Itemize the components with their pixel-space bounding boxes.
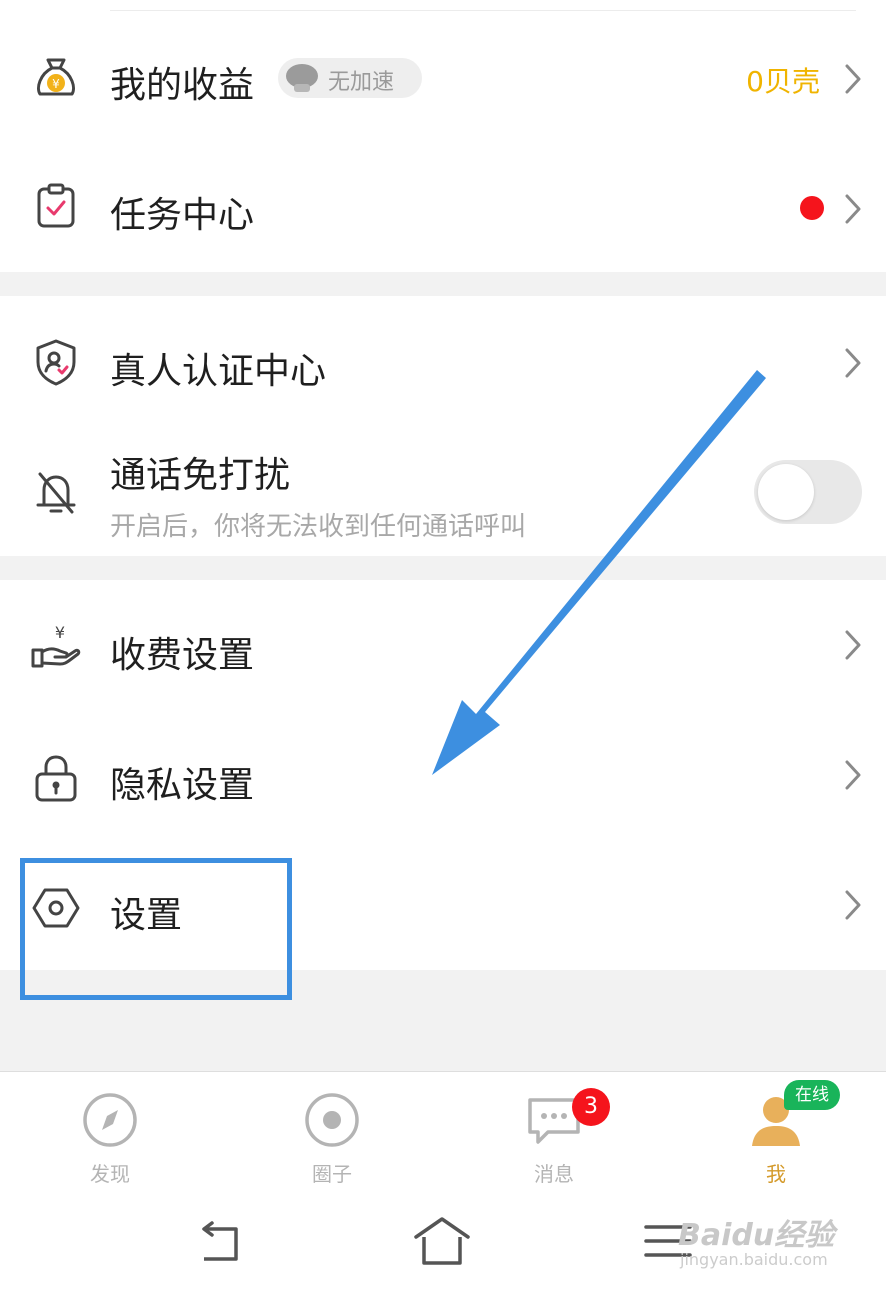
compass-icon (80, 1090, 140, 1150)
tab-label: 发现 (90, 1162, 130, 1186)
svg-text:¥: ¥ (52, 77, 60, 91)
no-acceleration-badge: 无加速 (278, 58, 422, 98)
shell-icon (282, 60, 322, 96)
menu-item-verification-center[interactable]: 真人认证中心 (0, 296, 886, 426)
menu-item-task-center[interactable]: 任务中心 (0, 144, 886, 272)
top-divider (110, 10, 856, 11)
menu-item-fee-settings[interactable]: ¥ 收费设置 (0, 580, 886, 710)
home-icon[interactable] (410, 1211, 474, 1271)
tab-label: 圈子 (312, 1162, 352, 1186)
watermark-logo: Baidu经验 (678, 1218, 835, 1253)
section-divider (0, 272, 886, 296)
hand-yen-icon: ¥ (30, 620, 82, 672)
chevron-right-icon (842, 62, 864, 96)
earnings-value: 0贝壳 (746, 65, 820, 98)
menu-label: 真人认证中心 (110, 351, 327, 392)
chevron-right-icon (842, 888, 864, 922)
menu-label: 任务中心 (110, 195, 255, 236)
tab-discover[interactable]: 发现 (40, 1072, 180, 1200)
shield-person-icon (30, 336, 82, 388)
menu-item-privacy-settings[interactable]: 隐私设置 (0, 710, 886, 840)
section-divider (0, 556, 886, 580)
tab-circles[interactable]: 圈子 (262, 1072, 402, 1200)
clipboard-check-icon (30, 180, 82, 232)
menu-label: 收费设置 (110, 635, 255, 676)
tab-label: 我 (766, 1162, 786, 1186)
svg-text:¥: ¥ (55, 623, 65, 642)
chevron-right-icon (842, 758, 864, 792)
money-bag-icon: ¥ (30, 50, 82, 102)
menu-item-earnings[interactable]: ¥ 我的收益 无加速 0贝壳 (0, 14, 886, 144)
notification-dot (800, 196, 824, 220)
chevron-right-icon (842, 192, 864, 226)
no-acceleration-text: 无加速 (328, 70, 395, 95)
unread-count-badge: 3 (572, 1088, 610, 1126)
menu-label: 隐私设置 (110, 765, 255, 806)
chevron-right-icon (842, 628, 864, 662)
back-icon[interactable] (190, 1211, 254, 1271)
menu-label: 通话免打扰 (110, 455, 291, 496)
lock-icon (30, 752, 82, 804)
online-status-badge: 在线 (784, 1080, 840, 1110)
tab-messages[interactable]: 消息 (484, 1072, 624, 1200)
watermark-url: jingyan.baidu.com (680, 1250, 828, 1269)
annotation-highlight-box (20, 858, 292, 1000)
tab-label: 消息 (534, 1162, 574, 1186)
chevron-right-icon (842, 346, 864, 380)
bottom-tab-bar: 发现 圈子 消息 我 (0, 1071, 886, 1199)
dnd-description: 开启后，你将无法收到任何通话呼叫 (110, 512, 527, 542)
menu-label: 我的收益 (110, 65, 255, 106)
circle-dot-icon (302, 1090, 362, 1150)
toggle-knob (758, 464, 814, 520)
dnd-toggle[interactable] (754, 460, 862, 524)
bell-off-icon (30, 466, 82, 518)
